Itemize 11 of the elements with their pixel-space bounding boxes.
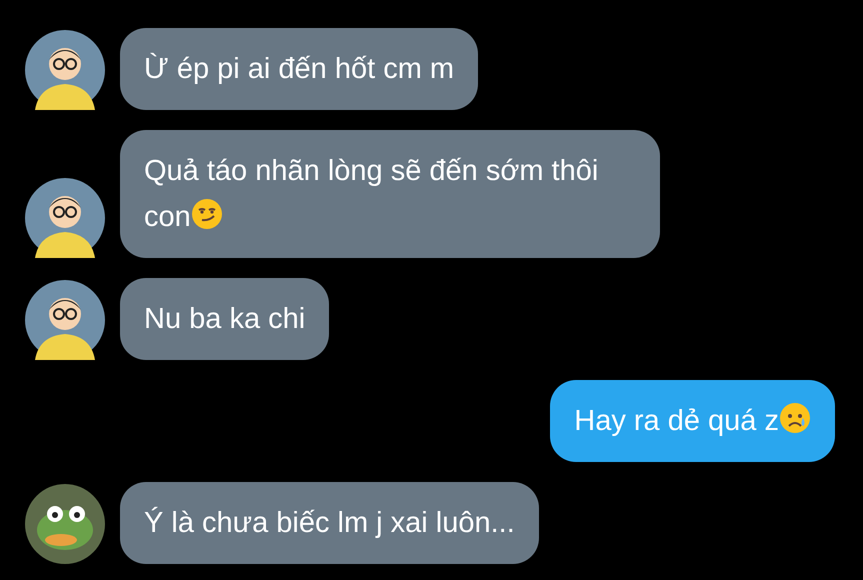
avatar-icon [25,280,105,360]
message-bubble: Ừ ép pi ai đến hốt cm m [120,28,478,110]
avatar-icon [25,30,105,110]
avatar-icon [25,178,105,258]
avatar-icon [25,484,105,564]
message-bubble: Nu ba ka chi [120,278,330,360]
message-bubble: Hay ra dẻ quá z [550,380,835,462]
sad-face-icon [779,402,811,434]
message-bubble: Quả táo nhãn lòng sẽ đến sớm thôi con [120,130,660,258]
message-bubble: Ý là chưa biếc lm j xai luôn... [120,482,539,564]
smirking-face-icon [190,198,223,230]
